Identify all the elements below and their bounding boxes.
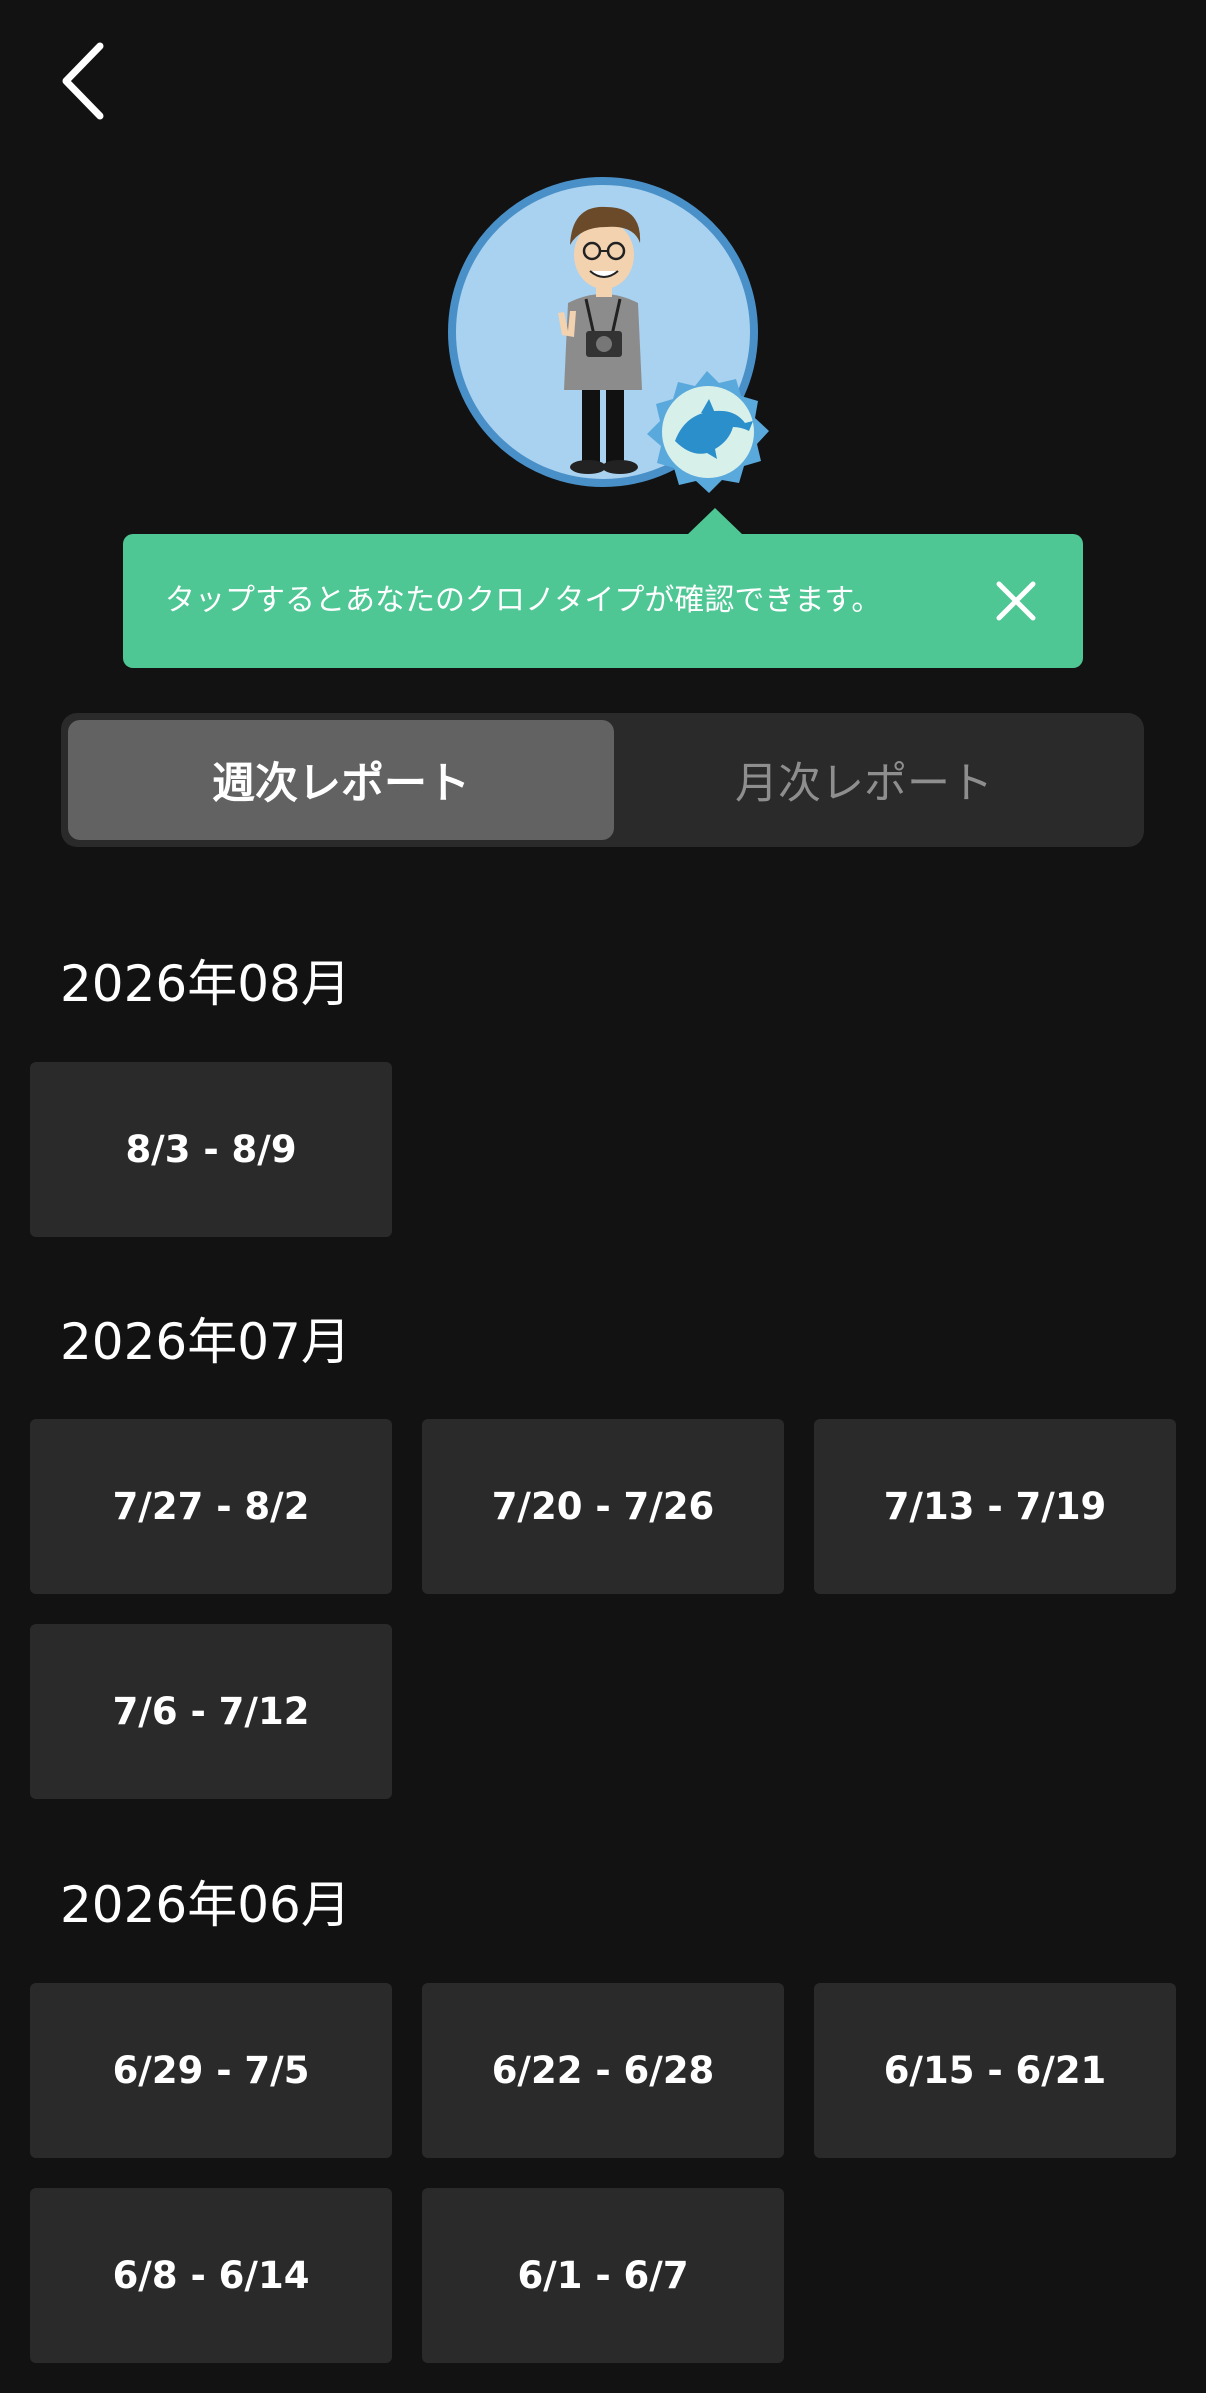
month-heading: 2026年08月 — [60, 955, 351, 1013]
month-heading: 2026年06月 — [60, 1876, 351, 1934]
week-card[interactable]: 6/1 - 6/7 — [422, 2188, 784, 2363]
tab-monthly-report[interactable]: 月次レポート — [591, 720, 1137, 840]
chronotype-tooltip: タップするとあなたのクロノタイプが確認できます。 — [123, 508, 1083, 668]
chronotype-badge[interactable] — [637, 365, 777, 505]
close-icon — [996, 581, 1036, 621]
week-card[interactable]: 6/29 - 7/5 — [30, 1983, 392, 2158]
tooltip-message: タップするとあなたのクロノタイプが確認できます。 — [165, 583, 882, 618]
week-card[interactable]: 6/8 - 6/14 — [30, 2188, 392, 2363]
back-button[interactable] — [48, 36, 128, 126]
avatar[interactable] — [448, 177, 769, 493]
week-card[interactable]: 7/6 - 7/12 — [30, 1624, 392, 1799]
month-heading: 2026年07月 — [60, 1313, 351, 1371]
week-card[interactable]: 7/27 - 8/2 — [30, 1419, 392, 1594]
tooltip-close-button[interactable] — [991, 576, 1041, 626]
tab-weekly-report[interactable]: 週次レポート — [68, 720, 614, 840]
week-card[interactable]: 6/22 - 6/28 — [422, 1983, 784, 2158]
week-card[interactable]: 7/20 - 7/26 — [422, 1419, 784, 1594]
week-card[interactable]: 8/3 - 8/9 — [30, 1062, 392, 1237]
dolphin-icon — [647, 371, 769, 493]
week-card[interactable]: 7/13 - 7/19 — [814, 1419, 1176, 1594]
week-card[interactable]: 6/15 - 6/21 — [814, 1983, 1176, 2158]
report-type-tabs: 週次レポート 月次レポート — [61, 713, 1144, 847]
chevron-left-icon — [62, 42, 104, 120]
